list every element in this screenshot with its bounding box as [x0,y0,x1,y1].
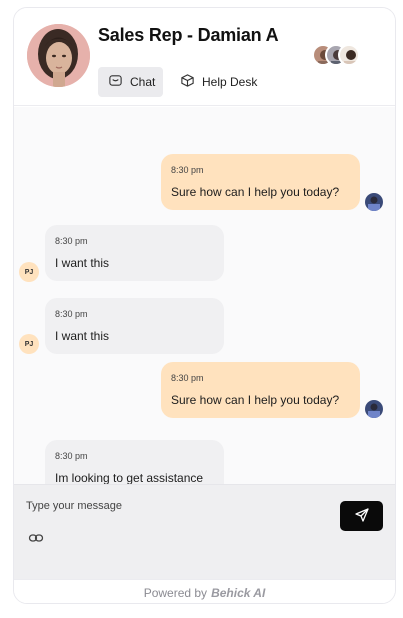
user-avatar [365,400,383,418]
box-icon [180,73,195,91]
user-avatar [365,193,383,211]
link-icon[interactable] [27,529,45,547]
message-time: 8:30 pm [55,309,88,319]
message-input[interactable] [26,497,326,515]
message-incoming: 8:30 pm I want this [45,298,224,354]
message-time: 8:30 pm [171,373,204,383]
send-button[interactable] [340,501,383,531]
message-text: Sure how can I help you today? [171,393,340,407]
customer-avatar: PJ [19,262,39,282]
message-outgoing: 8:30 pm Sure how can I help you today? [161,154,360,210]
agent-name: Sales Rep - Damian A [98,25,279,45]
tab-help-desk-label: Help Desk [202,75,258,89]
send-icon [354,507,370,526]
team-avatars [312,44,372,68]
footer-prefix: Powered by [143,585,208,600]
tab-chat[interactable]: Chat [98,67,163,97]
powered-by-footer: Powered by Behick AI [14,579,395,603]
message-incoming: 8:30 pm I want this [45,225,224,281]
message-time: 8:30 pm [55,451,88,461]
message-text: Im looking to get assistance [55,471,204,485]
message-text: I want this [55,256,110,270]
team-avatar [338,44,360,66]
message-outgoing: 8:30 pm Sure how can I help you today? [161,362,360,418]
message-time: 8:30 pm [55,236,88,246]
message-incoming: 8:30 pm Im looking to get assistance [45,440,224,487]
chat-header: Sales Rep - Damian A Chat Help Desk [14,8,395,106]
chat-widget: Sales Rep - Damian A Chat Help Desk 8:30… [13,7,396,604]
customer-avatar: PJ [19,334,39,354]
tab-help-desk[interactable]: Help Desk [170,67,270,97]
footer-brand[interactable]: Behick AI [211,586,265,600]
message-text: I want this [55,329,110,343]
agent-avatar [27,24,90,87]
tab-chat-label: Chat [130,75,156,89]
chat-bubble-icon [108,73,123,91]
message-list[interactable]: 8:30 pm Sure how can I help you today? 8… [14,107,395,487]
message-text: Sure how can I help you today? [171,185,340,199]
message-composer [14,484,395,579]
message-time: 8:30 pm [171,165,204,175]
